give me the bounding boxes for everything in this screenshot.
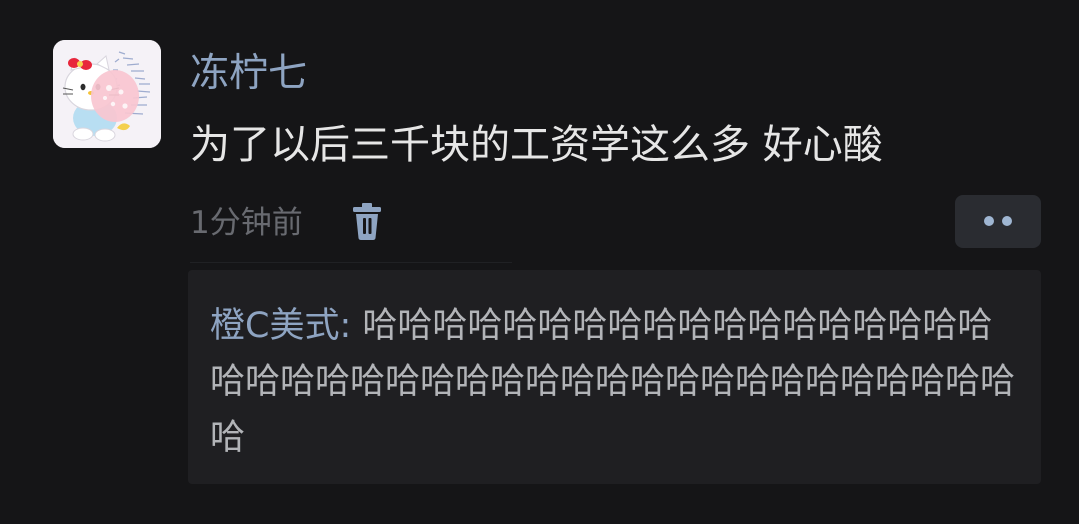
delete-comment-button[interactable] <box>350 201 384 241</box>
more-dots-icon <box>1002 216 1012 226</box>
comment-timestamp: 1分钟前 <box>190 205 303 241</box>
reply-author[interactable]: 橙C美式: <box>210 306 351 346</box>
comment-page: 冻柠七 为了以后三千块的工资学这么多 好心酸 1分钟前 橙C美式: 哈哈哈哈哈哈… <box>0 0 1079 524</box>
more-dots-icon <box>984 216 994 226</box>
reply-content: 橙C美式: 哈哈哈哈哈哈哈哈哈哈哈哈哈哈哈哈哈哈哈哈哈哈哈哈哈哈哈哈哈哈哈哈哈哈… <box>210 298 1022 466</box>
trash-icon <box>353 203 381 240</box>
reply-preview[interactable]: 橙C美式: 哈哈哈哈哈哈哈哈哈哈哈哈哈哈哈哈哈哈哈哈哈哈哈哈哈哈哈哈哈哈哈哈哈哈… <box>188 270 1041 484</box>
user-avatar[interactable] <box>53 40 161 148</box>
comment-username[interactable]: 冻柠七 <box>190 48 307 100</box>
more-options-button[interactable] <box>955 195 1041 248</box>
divider <box>190 262 512 263</box>
comment-text: 为了以后三千块的工资学这么多 好心酸 <box>190 122 883 168</box>
hello-kitty-avatar-icon <box>53 40 161 148</box>
